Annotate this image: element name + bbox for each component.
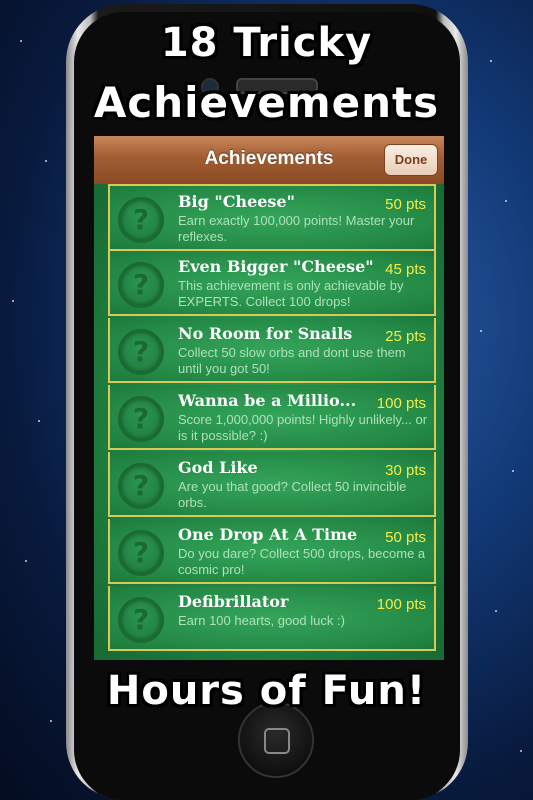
banner-top-line2: Achievements (93, 78, 440, 127)
achievement-row[interactable]: ? Defibrillator 100 pts Earn 100 hearts,… (108, 586, 436, 651)
locked-question-icon: ? (118, 197, 164, 243)
achievement-row[interactable]: ? No Room for Snails 25 pts Collect 50 s… (108, 318, 436, 383)
home-square-icon (264, 728, 290, 754)
achievement-description: This achievement is only achievable by E… (178, 278, 404, 309)
achievement-title: Big "Cheese" (178, 192, 295, 211)
achievement-description: Earn exactly 100,000 points! Master your… (178, 213, 415, 244)
achievement-description: Collect 50 slow orbs and dont use them u… (178, 345, 406, 376)
locked-question-icon: ? (118, 463, 164, 509)
achievement-title: Even Bigger "Cheese" (178, 257, 374, 276)
achievement-title: No Room for Snails (178, 324, 353, 343)
achievement-row[interactable]: ? Wanna be a Millio... 100 pts Score 1,0… (108, 385, 436, 450)
banner-top-line1: 18 Tricky (160, 20, 373, 66)
achievement-description: Are you that good? Collect 50 invincible… (178, 479, 407, 510)
achievement-row[interactable]: ? Big "Cheese" 50 pts Earn exactly 100,0… (108, 184, 436, 251)
achievement-description: Earn 100 hearts, good luck :) (178, 613, 345, 628)
achievement-points: 50 pts (385, 529, 426, 546)
achievement-row[interactable]: ? God Like 30 pts Are you that good? Col… (108, 452, 436, 517)
achievement-description: Do you dare? Collect 500 drops, become a… (178, 546, 426, 577)
achievements-list[interactable]: ? Big "Cheese" 50 pts Earn exactly 100,0… (94, 184, 444, 660)
achievement-points: 100 pts (376, 596, 426, 613)
done-button[interactable]: Done (384, 144, 438, 176)
achievement-title: Wanna be a Millio... (178, 391, 357, 410)
achievement-points: 100 pts (376, 395, 426, 412)
locked-question-icon: ? (118, 262, 164, 308)
locked-question-icon: ? (118, 597, 164, 643)
locked-question-icon: ? (118, 396, 164, 442)
achievement-points: 25 pts (385, 328, 426, 345)
achievements-screen: Achievements Done ? Big "Cheese" 50 pts … (94, 136, 444, 660)
achievement-row[interactable]: ? Even Bigger "Cheese" 45 pts This achie… (108, 251, 436, 316)
achievement-title: Defibrillator (178, 592, 289, 611)
achievement-description: Score 1,000,000 points! Highly unlikely.… (178, 412, 428, 443)
locked-question-icon: ? (118, 329, 164, 375)
achievement-points: 45 pts (385, 261, 426, 278)
achievement-points: 50 pts (385, 196, 426, 213)
locked-question-icon: ? (118, 530, 164, 576)
achievement-row[interactable]: ? One Drop At A Time 50 pts Do you dare?… (108, 519, 436, 584)
achievement-title: One Drop At A Time (178, 525, 358, 544)
navigation-bar: Achievements Done (94, 136, 444, 185)
achievement-points: 30 pts (385, 462, 426, 479)
achievement-title: God Like (178, 458, 258, 477)
banner-bottom: Hours of Fun! (106, 668, 427, 714)
